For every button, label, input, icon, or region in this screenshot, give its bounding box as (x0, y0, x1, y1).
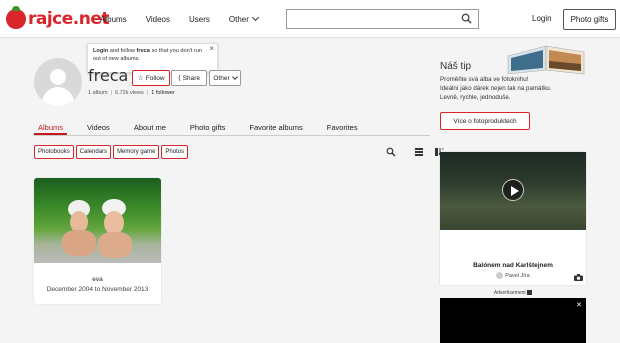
tooltip-username: freca (136, 48, 150, 54)
tab-videos[interactable]: Videos (83, 123, 114, 135)
tip-heading: Náš tip (440, 61, 472, 72)
camera-icon (574, 274, 583, 281)
tab-photo-gifts[interactable]: Photo gifts (186, 123, 229, 135)
filter-photos[interactable]: Photos (161, 145, 189, 159)
stats-divider: | (110, 90, 113, 96)
album-count: 1 album (88, 90, 108, 96)
tab-albums[interactable]: Albums (34, 123, 68, 135)
filter-photobooks[interactable]: Photobooks (34, 145, 74, 159)
tip-line-3: Levně, rychle, jednoduše. (440, 94, 511, 101)
avatar-body-shape (42, 87, 74, 106)
star-icon: ☆ (137, 75, 144, 82)
list-view-icon[interactable] (414, 147, 424, 157)
site-logo[interactable]: rajce.net (6, 6, 110, 31)
author-avatar (496, 272, 504, 279)
video-thumbnail[interactable] (440, 152, 586, 230)
nav-videos[interactable]: Videos (146, 15, 170, 24)
profile-username: freca (88, 66, 129, 85)
more-photoproducts-button[interactable]: Více o fotoproduktech (440, 112, 530, 130)
close-icon[interactable]: ✕ (576, 301, 582, 309)
album-card[interactable]: eva December 2004 to November 2013 (34, 178, 161, 304)
tooltip-login-link[interactable]: Login (93, 48, 108, 54)
share-label: Share (182, 74, 201, 82)
advertisement-box[interactable]: ✕ (440, 298, 586, 343)
avatar-head-shape (50, 69, 66, 85)
photo-gifts-button[interactable]: Photo gifts (563, 9, 616, 30)
filter-calendars[interactable]: Calendars (75, 145, 112, 159)
top-bar: rajce.net Albums Videos Users Other Logi… (0, 0, 620, 38)
tomato-logo-icon (6, 6, 26, 29)
album-date-range: December 2004 to November 2013 (46, 286, 149, 293)
follow-label: Follow (145, 74, 165, 82)
tip-line-1: Proměňte svá alba ve fotoknihu! (440, 76, 529, 83)
view-tools (386, 147, 444, 157)
tab-favorite-albums[interactable]: Favorite albums (245, 123, 306, 135)
video-title[interactable]: Balónem nad Karlštejnem (440, 262, 586, 269)
advertisement-text: Advertisement (493, 290, 526, 296)
advertisement-label: Advertisement (440, 290, 586, 296)
search-icon[interactable] (461, 13, 472, 24)
nav-users[interactable]: Users (189, 15, 210, 24)
tip-text: Proměňte svá alba ve fotoknihu! Ideální … (440, 75, 590, 102)
search-input[interactable] (287, 11, 457, 30)
nav-albums[interactable]: Albums (100, 15, 127, 24)
other-button[interactable]: Other (209, 70, 241, 86)
info-icon[interactable] (527, 290, 533, 296)
tab-about-me[interactable]: About me (130, 123, 170, 135)
main-nav: Albums Videos Users Other (100, 0, 277, 38)
close-icon[interactable]: × (209, 45, 214, 53)
chevron-down-icon (231, 74, 238, 80)
view-count: 6.72k views (115, 90, 144, 96)
nav-other[interactable]: Other (228, 13, 259, 24)
follow-button[interactable]: ☆ Follow (132, 70, 170, 86)
filter-chips: Photobooks Calendars Memory game Photos (34, 145, 190, 159)
chevron-down-icon (251, 13, 259, 21)
profile-tabs: Albums Videos About me Photo gifts Favor… (34, 123, 430, 136)
share-button[interactable]: ⟨ Share (171, 70, 207, 86)
album-title[interactable]: eva (34, 276, 161, 283)
avatar (34, 58, 82, 106)
album-photo-detail (62, 230, 96, 256)
tab-favorites[interactable]: Favorites (323, 123, 362, 135)
search-icon[interactable] (386, 147, 396, 157)
tip-line-2: Ideální jako dárek nejen tak na památku. (440, 85, 552, 92)
search-box (286, 9, 479, 30)
profile-stats: 1 album | 6.72k views | 1 follower (88, 90, 178, 96)
photobook-image (507, 45, 585, 75)
play-icon[interactable] (502, 179, 524, 201)
stats-divider: | (146, 90, 149, 96)
video-author: Pavel Jíra (440, 272, 586, 279)
logo-text: rajce.net (28, 9, 110, 29)
filter-memory-game[interactable]: Memory game (113, 145, 160, 159)
nav-other-label: Other (228, 14, 249, 24)
share-icon: ⟨ (177, 75, 181, 82)
login-link[interactable]: Login (532, 14, 552, 23)
album-photo-detail (98, 232, 132, 258)
video-author-name[interactable]: Pavel Jíra (505, 273, 529, 279)
other-label: Other (213, 74, 230, 82)
video-card[interactable]: Balónem nad Karlštejnem Pavel Jíra (440, 152, 586, 285)
tooltip-text-1: and follow (108, 48, 137, 54)
album-thumbnail[interactable] (34, 178, 161, 263)
follower-count[interactable]: 1 follower (151, 90, 175, 96)
